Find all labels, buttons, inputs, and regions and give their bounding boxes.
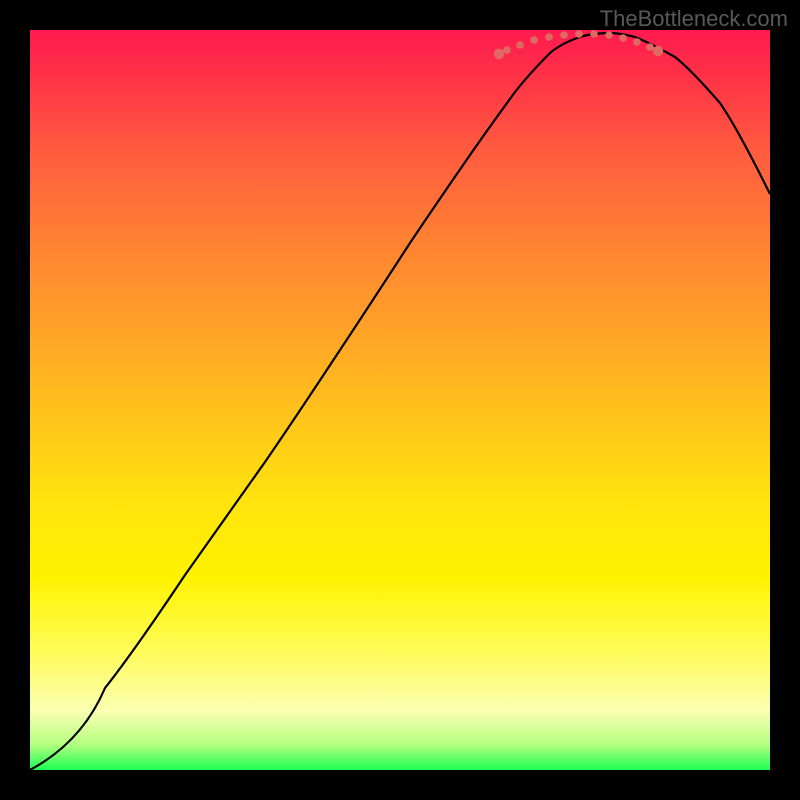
marker-dot [605,31,613,39]
marker-dot [560,31,568,39]
marker-dot [653,46,663,56]
dotted-band [494,30,663,59]
marker-dot [516,41,524,49]
chart-frame: TheBottleneck.com [0,0,800,800]
marker-dot [530,36,538,44]
watermark-text: TheBottleneck.com [600,6,788,32]
marker-dot [494,49,504,59]
marker-dot [633,38,641,46]
curve-layer [30,30,770,770]
marker-dot [545,33,553,41]
marker-dot [503,46,511,54]
marker-dot [575,30,583,38]
marker-dot [590,30,598,38]
marker-dot [646,43,654,51]
plot-area [30,30,770,770]
bottleneck-curve [30,33,770,770]
marker-dot [619,34,627,42]
